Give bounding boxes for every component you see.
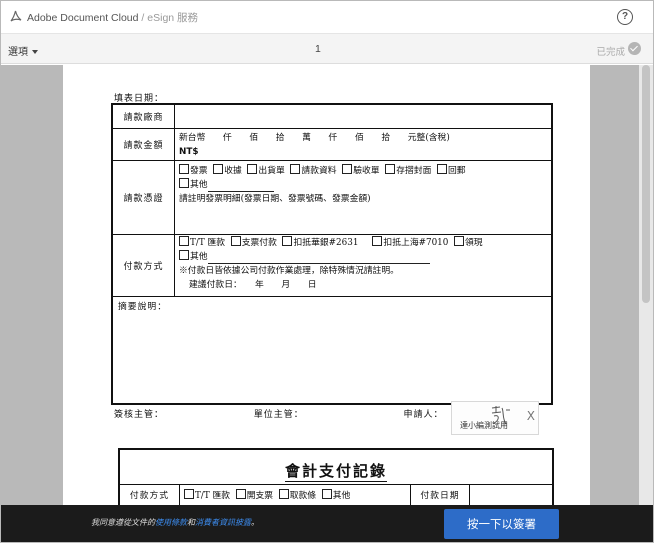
- vendor-field[interactable]: [175, 105, 551, 128]
- payment-option-check[interactable]: 支票付款: [230, 236, 277, 248]
- acrobat-logo-icon: [10, 10, 22, 22]
- voucher-option-passbook[interactable]: 存摺封面: [385, 164, 431, 176]
- clear-signature-icon[interactable]: X: [527, 409, 535, 423]
- payment-option-shanghai[interactable]: 扣抵上海#7010: [372, 236, 448, 248]
- amount-label: 請款金額: [113, 129, 175, 160]
- click-to-sign-button[interactable]: 按一下以簽署: [444, 509, 559, 539]
- record-option-check[interactable]: 開支票: [235, 489, 273, 501]
- checkbox[interactable]: [290, 164, 301, 174]
- row-summary: 摘要說明：: [113, 297, 551, 403]
- privacy-link[interactable]: 消費者資訊披露: [195, 518, 251, 527]
- row-voucher: 請款憑證 發票 收據 出貨單 請款資料 驗收單 存摺封面 回郵 其他 請註明發票…: [113, 161, 551, 235]
- voucher-option-invoice[interactable]: 發票: [179, 164, 208, 176]
- checkbox[interactable]: [213, 164, 224, 174]
- document-page: 填表日期： 請款廠商 請款金額 新台幣 仟 佰 拾 萬 仟 佰 拾 元整(含稅)…: [63, 65, 590, 505]
- record-pay-date-label: 付款日期: [410, 485, 470, 505]
- payment-field: T/T 匯款 支票付款 扣抵華銀#2631 扣抵上海#7010 領現 其他 ※付…: [175, 235, 551, 296]
- signature-row: 簽核主管： 單位主管： 申請人：: [114, 407, 444, 420]
- options-label: 選項: [8, 47, 28, 58]
- service-name: eSign 服務: [147, 12, 199, 24]
- app-window: Adobe Document Cloud / eSign 服務 ? 選項 1 已…: [0, 0, 654, 543]
- record-title: 會計支付記錄: [284, 462, 387, 482]
- toolbar: 選項 1 已完成: [1, 34, 653, 64]
- payment-option-other[interactable]: 其他: [179, 250, 547, 264]
- checkbox[interactable]: [453, 236, 464, 246]
- checkbox[interactable]: [282, 236, 293, 246]
- payment-note: ※付款日皆依據公司付款作業處理，除特殊情況請註明。: [179, 266, 399, 276]
- chevron-down-icon: [32, 50, 38, 54]
- vendor-label: 請款廠商: [113, 105, 175, 128]
- document-viewer[interactable]: 填表日期： 請款廠商 請款金額 新台幣 仟 佰 拾 萬 仟 佰 拾 元整(含稅)…: [1, 65, 639, 505]
- suggested-pay-date: 建議付款日： 年 月 日: [189, 280, 317, 290]
- summary-field[interactable]: 摘要說明：: [113, 297, 551, 403]
- voucher-option-acceptance[interactable]: 驗收單: [342, 164, 380, 176]
- voucher-option-other[interactable]: 其他: [179, 178, 547, 192]
- row-payment: 付款方式 T/T 匯款 支票付款 扣抵華銀#2631 扣抵上海#7010 領現 …: [113, 235, 551, 297]
- row-vendor: 請款廠商: [113, 105, 551, 129]
- payment-option-huanan[interactable]: 扣抵華銀#2631: [282, 236, 358, 248]
- request-form-table: 請款廠商 請款金額 新台幣 仟 佰 拾 萬 仟 佰 拾 元整(含稅) NT$ 請…: [111, 103, 553, 405]
- page-number: 1: [315, 43, 321, 55]
- applicant-label: 申請人：: [403, 410, 444, 420]
- record-pay-method-label: 付款方式: [120, 485, 180, 505]
- reviewer-label: 簽核主管：: [114, 410, 165, 420]
- payment-option-cash[interactable]: 領現: [453, 236, 483, 248]
- amount-line-ntd: NT$: [179, 147, 199, 157]
- voucher-note: 請註明發票明細(發票日期、發票號碼、發票金額): [179, 194, 371, 204]
- summary-label: 摘要說明：: [118, 302, 167, 312]
- voucher-label: 請款憑證: [113, 161, 175, 234]
- title-bar: Adobe Document Cloud / eSign 服務 ?: [1, 1, 653, 34]
- agreement-text: 我同意遵從文件的使用條款和消費者資訊披露。: [91, 518, 259, 527]
- checkbox[interactable]: [179, 250, 189, 260]
- payment-record-table: 會計支付記錄 付款方式 T/T 匯款 開支票 取款條 其他 付款日期: [118, 448, 554, 505]
- signature-caption: 達小編測試用: [460, 421, 508, 430]
- signature-field[interactable]: X 達小編測試用: [451, 401, 539, 435]
- checkbox[interactable]: [321, 489, 332, 499]
- options-menu-button[interactable]: 選項: [8, 43, 38, 58]
- brand-name: Adobe Document Cloud: [27, 12, 139, 24]
- done-button-label[interactable]: 已完成: [596, 44, 625, 58]
- amount-field[interactable]: 新台幣 仟 佰 拾 萬 仟 佰 拾 元整(含稅) NT$: [175, 129, 551, 160]
- checkbox[interactable]: [372, 236, 383, 246]
- help-icon[interactable]: ?: [617, 9, 633, 25]
- voucher-option-receipt[interactable]: 收據: [213, 164, 242, 176]
- voucher-option-request-docs[interactable]: 請款資料: [290, 164, 337, 176]
- record-option-withdrawal[interactable]: 取款條: [278, 489, 316, 501]
- record-options: T/T 匯款 開支票 取款條 其他: [184, 485, 380, 505]
- terms-link[interactable]: 使用條款: [155, 518, 187, 527]
- checkbox[interactable]: [184, 489, 194, 499]
- record-option-tt[interactable]: T/T 匯款: [184, 489, 230, 501]
- amount-line-chinese: 新台幣 仟 佰 拾 萬 仟 佰 拾 元整(含稅): [179, 133, 450, 143]
- payment-option-tt[interactable]: T/T 匯款: [179, 236, 225, 248]
- voucher-field: 發票 收據 出貨單 請款資料 驗收單 存摺封面 回郵 其他 請註明發票明細(發票…: [175, 161, 551, 234]
- voucher-option-delivery[interactable]: 出貨單: [247, 164, 285, 176]
- unit-head-label: 單位主管：: [253, 410, 304, 420]
- checkbox[interactable]: [235, 489, 246, 499]
- checkbox[interactable]: [179, 178, 189, 188]
- checkbox[interactable]: [385, 164, 396, 174]
- checkmark-icon[interactable]: [628, 42, 641, 55]
- checkbox[interactable]: [247, 164, 258, 174]
- checkbox[interactable]: [342, 164, 353, 174]
- vertical-scrollbar[interactable]: [639, 65, 653, 505]
- record-row: 付款方式 T/T 匯款 開支票 取款條 其他 付款日期: [120, 484, 552, 505]
- checkbox[interactable]: [179, 164, 189, 174]
- payment-label: 付款方式: [113, 235, 175, 296]
- checkbox[interactable]: [278, 489, 289, 499]
- title-separator: /: [141, 12, 145, 24]
- app-title: Adobe Document Cloud / eSign 服務: [27, 10, 198, 25]
- row-amount: 請款金額 新台幣 仟 佰 拾 萬 仟 佰 拾 元整(含稅) NT$: [113, 129, 551, 161]
- checkbox[interactable]: [179, 236, 189, 246]
- checkbox[interactable]: [437, 164, 447, 174]
- checkbox[interactable]: [230, 236, 241, 246]
- record-option-other[interactable]: 其他: [321, 489, 381, 501]
- footer-bar: 我同意遵從文件的使用條款和消費者資訊披露。 按一下以簽署: [1, 505, 653, 542]
- voucher-option-return-mail[interactable]: 回郵: [437, 164, 466, 176]
- scrollbar-thumb[interactable]: [642, 65, 650, 303]
